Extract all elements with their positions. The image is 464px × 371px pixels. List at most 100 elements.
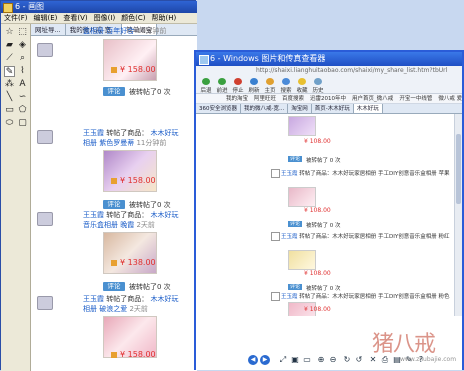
price: ¥ 108.00 xyxy=(304,270,331,277)
scrollbar-thumb xyxy=(456,134,461,204)
curve-icon[interactable]: ∽ xyxy=(17,92,28,103)
feed-headline: 王玉霞 转帖了商品： 木木好玩 xyxy=(83,211,179,219)
favorite-link[interactable]: 迅雷2010年中 xyxy=(310,94,346,103)
browser-toolbar: 后退 前进 停止 刷新 主页 搜索 收藏 历史 xyxy=(196,76,462,94)
comment-button[interactable]: 评论 xyxy=(103,87,125,96)
favorite-link[interactable]: 微八戒 爱 xyxy=(438,94,462,103)
rectangle-icon[interactable]: ▭ xyxy=(4,105,15,116)
menu-view[interactable]: 查看(V) xyxy=(63,13,87,23)
comment-button: 评论 xyxy=(288,221,302,227)
browser-tab[interactable]: 我的微八戒-宽... xyxy=(241,104,289,113)
previous-image-icon[interactable]: ◀ xyxy=(248,355,258,365)
menu-file[interactable]: 文件(F) xyxy=(4,13,28,23)
refresh-button[interactable]: 刷新 xyxy=(246,78,262,94)
viewer-titlebar[interactable]: 6 - Windows 图片和传真查看器 xyxy=(196,52,462,66)
comment-button[interactable]: 评论 xyxy=(103,200,125,209)
feed-headline-2: 相册 破浪之爱 2天前 xyxy=(83,305,148,313)
reshare-count: 被转帖了0 次 xyxy=(129,88,171,96)
feed-headline-2: 音乐盒相册 晚霞 2天前 xyxy=(83,221,155,229)
feed-headline: 王玉霞 转帖了商品： 木木好玩 xyxy=(83,295,179,303)
product-thumbnail xyxy=(288,250,316,270)
vertical-scrollbar xyxy=(454,114,462,316)
next-image-icon[interactable]: ▶ xyxy=(260,355,270,365)
menu-help[interactable]: 帮助(H) xyxy=(152,13,177,23)
stop-button[interactable]: 停止 xyxy=(230,78,246,94)
rect-select-icon[interactable]: ⬚ xyxy=(17,27,28,38)
paint-titlebar[interactable]: 6 - 画图 xyxy=(1,1,197,13)
item-checkbox xyxy=(271,232,280,241)
airbrush-icon[interactable]: ⁂ xyxy=(4,79,15,90)
magnifier-icon[interactable]: ⌕ xyxy=(17,53,28,64)
history-button[interactable]: 历史 xyxy=(310,78,326,94)
menu-colors[interactable]: 颜色(C) xyxy=(121,13,145,23)
rounded-rect-icon[interactable]: ▢ xyxy=(17,118,28,129)
home-button[interactable]: 主页 xyxy=(262,78,278,94)
avatar xyxy=(37,296,53,310)
price: ¥ 108.00 xyxy=(304,138,331,145)
favorite-link[interactable]: 开宝一中线管 xyxy=(399,94,432,103)
free-select-icon[interactable]: ☆ xyxy=(4,27,15,38)
paint-title-text: 6 - 画图 xyxy=(15,2,45,11)
viewer-app-icon xyxy=(199,55,209,65)
paint-window: 6 - 画图 文件(F) 编辑(E) 查看(V) 图像(I) 颜色(C) 帮助(… xyxy=(0,0,197,371)
favorite-link[interactable]: 用户首页_微八戒 xyxy=(352,94,393,103)
favorites-bar: 我的淘宝 阿里旺旺 百度搜索 迅雷2010年中 用户首页_微八戒 开宝一中线管 … xyxy=(196,94,462,104)
pick-color-icon[interactable]: ⟋ xyxy=(4,53,15,64)
feed-headline: 王玉霞 转帖了商品：木木好玩家居相册 手工DIY创意音乐盒相册 苹果 xyxy=(281,171,450,177)
search-button[interactable]: 搜索 xyxy=(278,78,294,94)
actual-size-icon[interactable]: ▣ xyxy=(290,355,300,365)
viewed-image: http://shaixi.lianghuitaobao.com/shaixi/… xyxy=(196,66,462,316)
browser-tab[interactable]: 360安全浏览器 xyxy=(196,104,241,113)
browser-tab[interactable]: 淘宝网 xyxy=(288,104,312,113)
watermark-logo: 猪八戒 xyxy=(372,332,436,357)
best-fit-icon[interactable]: ⤢ xyxy=(278,355,288,365)
rotate-counterclockwise-icon[interactable]: ↺ xyxy=(354,355,364,365)
reshare-count: 被转帖了 0 次 xyxy=(306,286,341,292)
slideshow-icon[interactable]: ▭ xyxy=(302,355,312,365)
product-thumbnail[interactable] xyxy=(103,39,157,81)
line-icon[interactable]: ╲ xyxy=(4,92,15,103)
paint-canvas[interactable]: 网址导... 我的微八戒-宽... 简单闹宝 盒相册 百年好合 10分钟前 ¥ … xyxy=(31,24,197,371)
product-thumbnail xyxy=(288,116,316,136)
price: ¥ 158.00 xyxy=(111,65,156,74)
comment-button: 评论 xyxy=(288,284,302,290)
comment-button[interactable]: 评论 xyxy=(103,282,125,291)
paint-toolbox: ☆ ⬚ ▰ ◈ ⟋ ⌕ ✎ ⌇ ⁂ A ╲ ∽ ▭ ⬠ ⬭ ▢ xyxy=(1,24,31,371)
feed-headline: 盒相册 百年好合 10分钟前 xyxy=(83,27,167,35)
reshare-count: 被转帖了0 次 xyxy=(129,283,171,291)
back-button[interactable]: 后退 xyxy=(198,78,214,94)
cart-icon xyxy=(111,259,117,266)
cart-icon xyxy=(111,66,117,73)
zoom-out-icon[interactable]: ⊖ xyxy=(328,355,338,365)
browser-tab[interactable]: 木木好玩 xyxy=(353,104,383,113)
brush-icon[interactable]: ⌇ xyxy=(17,66,28,77)
polygon-icon[interactable]: ⬠ xyxy=(17,105,28,116)
text-icon[interactable]: A xyxy=(17,79,28,90)
item-checkbox xyxy=(271,169,280,178)
favorite-link[interactable]: 百度搜索 xyxy=(282,94,304,103)
rotate-clockwise-icon[interactable]: ↻ xyxy=(342,355,352,365)
price: ¥ 158.00 xyxy=(111,176,156,185)
favorites-button[interactable]: 收藏 xyxy=(294,78,310,94)
eraser-icon[interactable]: ▰ xyxy=(4,40,15,51)
fill-icon[interactable]: ◈ xyxy=(17,40,28,51)
product-thumbnail[interactable] xyxy=(103,232,157,274)
menu-edit[interactable]: 编辑(E) xyxy=(34,13,58,23)
address-bar[interactable]: http://shaixi.lianghuitaobao.com/shaixi/… xyxy=(196,66,462,76)
product-thumbnail xyxy=(288,187,316,207)
feed-headline: 王玉霞 转帖了商品：木木好玩家居相册 手工DIY创意音乐盒相册 粉红 xyxy=(281,234,450,240)
favorite-link[interactable]: 阿里旺旺 xyxy=(254,94,276,103)
pencil-icon[interactable]: ✎ xyxy=(4,66,15,77)
zoom-in-icon[interactable]: ⊕ xyxy=(316,355,326,365)
menu-image[interactable]: 图像(I) xyxy=(94,13,116,23)
forward-button[interactable]: 前进 xyxy=(214,78,230,94)
comment-button: 评论 xyxy=(288,156,302,162)
cart-icon xyxy=(111,177,117,184)
browser-tab[interactable]: 首页-木木好玩 xyxy=(312,104,354,113)
price: ¥ 158.00 xyxy=(111,350,156,359)
product-thumbnail[interactable] xyxy=(103,150,157,192)
ellipse-icon[interactable]: ⬭ xyxy=(4,118,15,129)
favorite-link[interactable]: 我的淘宝 xyxy=(226,94,248,103)
avatar xyxy=(37,130,53,144)
paint-app-icon xyxy=(3,3,13,13)
